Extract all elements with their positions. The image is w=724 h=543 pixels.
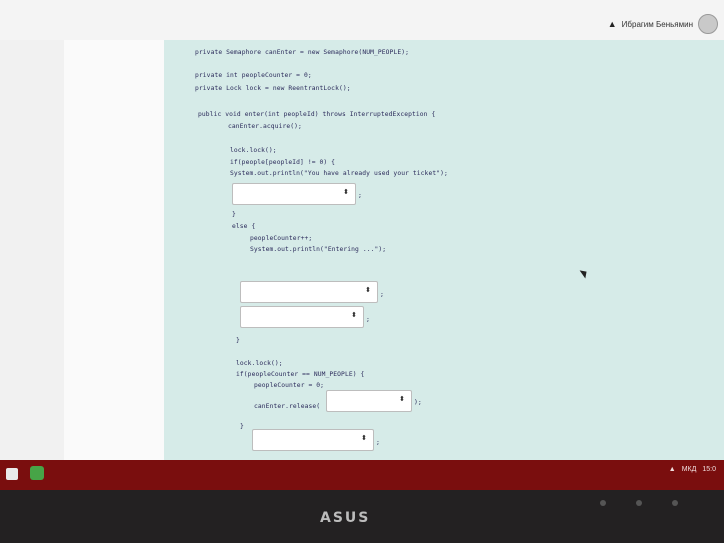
question-info-column [64, 40, 164, 490]
dropdown-arrow-icon: ⬍ [343, 188, 349, 196]
dropdown-arrow-icon: ⬍ [399, 395, 405, 403]
dropdown-arrow-icon: ⬍ [351, 311, 357, 319]
code-line: peopleCounter++; [250, 235, 313, 242]
code-line: private Semaphore canEnter = new Semapho… [195, 49, 410, 56]
semicolon: ; [366, 315, 370, 323]
code-line: peopleCounter = 0; [254, 382, 325, 389]
code-line: if(peopleCounter == NUM_PEOPLE) { [236, 371, 365, 378]
taskbar: ▲ МКД 15:0 [0, 460, 724, 490]
code-line: private Lock lock = new ReentrantLock(); [195, 85, 351, 92]
code-line: if(people[peopleId] != 0) { [230, 159, 336, 166]
answer-dropdown-3[interactable]: ⬍ [240, 306, 364, 328]
dropdown-arrow-icon: ⬍ [365, 286, 371, 294]
code-line: lock.lock(); [230, 147, 277, 154]
start-icon[interactable] [6, 468, 18, 480]
top-bar: ▲ Ибрагим Беньямин [0, 0, 724, 41]
close-paren-semicolon: ); [414, 398, 422, 406]
network-icon[interactable]: ▲ [669, 466, 676, 473]
avatar[interactable] [698, 14, 718, 34]
monitor-screen: ▲ Ибрагим Беньямин private Semaphore can… [0, 0, 724, 490]
user-name[interactable]: Ибрагим Беньямин [622, 20, 693, 29]
code-line: else { [232, 223, 256, 230]
answer-dropdown-2[interactable]: ⬍ [240, 281, 378, 303]
code-line: } [236, 337, 240, 344]
semicolon: ; [376, 438, 380, 446]
bell-icon[interactable]: ▲ [608, 19, 617, 29]
brand-logo: ASUS [320, 510, 371, 526]
code-line: lock.lock(); [236, 360, 283, 367]
code-line: canEnter.release( [254, 403, 321, 410]
answer-dropdown-4[interactable]: ⬍ [326, 390, 412, 412]
user-menu[interactable]: ▲ Ибрагим Беньямин [608, 14, 718, 34]
code-line: public void enter(int peopleId) throws I… [198, 111, 436, 118]
question-panel [164, 40, 724, 490]
code-line: } [240, 423, 244, 430]
clock[interactable]: 15:0 [702, 466, 716, 473]
monitor-button [672, 500, 678, 506]
semicolon: ; [380, 290, 384, 298]
code-line: } [232, 211, 236, 218]
monitor-button [636, 500, 642, 506]
dropdown-arrow-icon: ⬍ [361, 434, 367, 442]
app-icon[interactable] [30, 466, 44, 480]
answer-dropdown-1[interactable]: ⬍ [232, 183, 356, 205]
system-tray: ▲ МКД 15:0 [669, 466, 716, 473]
code-line: private int peopleCounter = 0; [195, 72, 312, 79]
semicolon: ; [358, 191, 362, 199]
code-line: System.out.println("You have already use… [230, 170, 448, 177]
answer-dropdown-5[interactable]: ⬍ [252, 429, 374, 451]
code-line: canEnter.acquire(); [228, 123, 302, 130]
code-line: System.out.println("Entering ..."); [250, 246, 387, 253]
language-indicator[interactable]: МКД [682, 466, 697, 473]
monitor-button [600, 500, 606, 506]
left-sidebar [0, 40, 65, 490]
